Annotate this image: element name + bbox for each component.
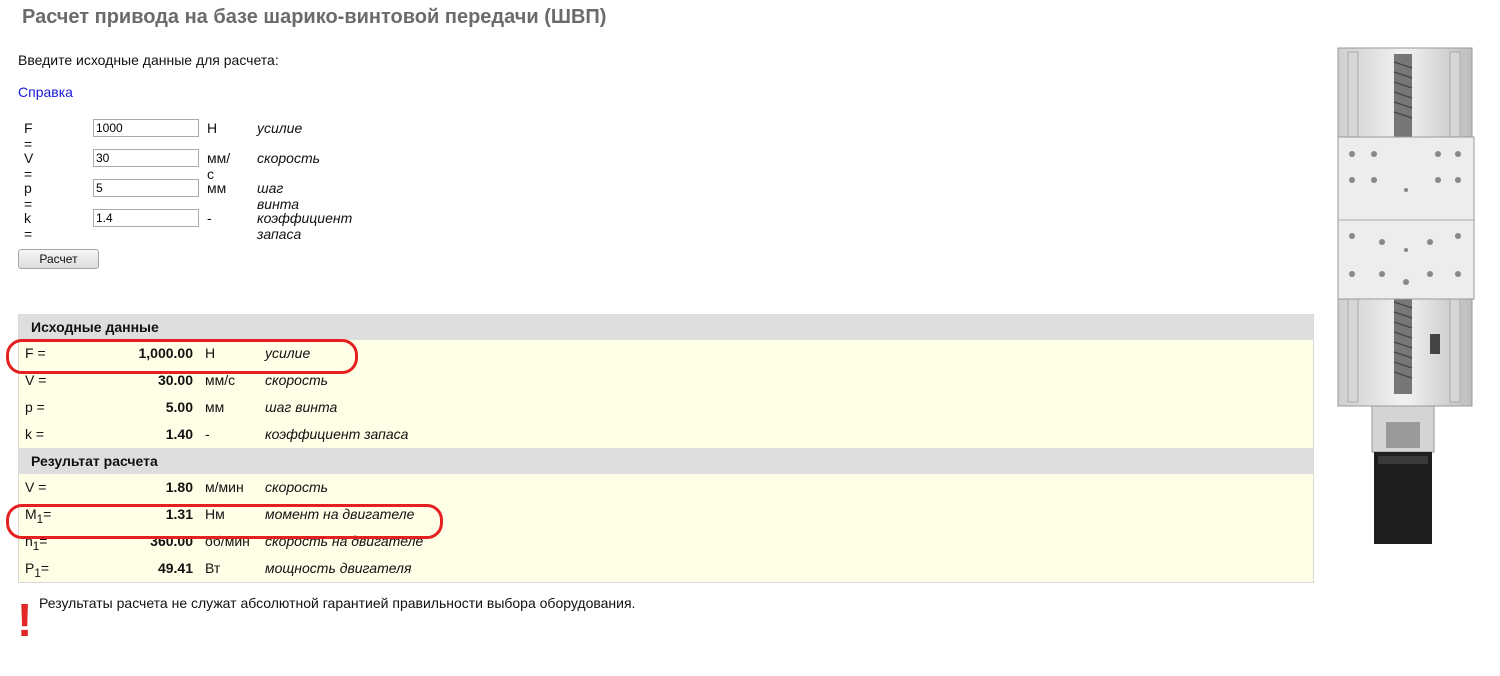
row-unit: мм/с (205, 372, 236, 388)
calculate-button[interactable]: Расчет (18, 249, 99, 269)
row-label: p = (25, 399, 45, 415)
source-data-header: Исходные данные (19, 314, 1313, 340)
row-desc: скорость (265, 479, 328, 495)
row-label: V = (25, 372, 47, 388)
row-desc: скорость (265, 372, 328, 388)
result-header: Результат расчета (19, 448, 1313, 474)
result-row: P1= 49.41 Вт мощность двигателя (19, 555, 1313, 582)
row-value: 1.80 (165, 479, 193, 495)
disclaimer-text: Результаты расчета не служат абсолютной … (39, 595, 636, 611)
row-unit: - (205, 426, 210, 442)
input-desc: усилие (257, 120, 303, 136)
input-unit: мм (207, 180, 227, 196)
linear-actuator-image (1337, 47, 1475, 544)
intro-text: Введите исходные данные для расчета: (18, 52, 279, 68)
input-desc: коэффициент запаса (257, 210, 353, 242)
input-unit: мм/с (207, 150, 231, 182)
highlight-torque-row (6, 504, 443, 539)
row-value: 5.00 (165, 399, 193, 415)
input-label: F = (24, 120, 33, 152)
warning-icon: ! (17, 594, 33, 646)
highlight-force-row (6, 339, 358, 374)
page-title: Расчет привода на базе шарико-винтовой п… (22, 6, 607, 28)
pitch-input[interactable] (93, 179, 199, 197)
row-label: k = (25, 426, 45, 442)
row-label: V = (25, 479, 47, 495)
row-value: 49.41 (157, 560, 193, 576)
label-symbol: P (25, 560, 35, 576)
help-link[interactable]: Справка (18, 84, 73, 100)
speed-input[interactable] (93, 149, 199, 167)
result-row: k = 1.40 - коэффициент запаса (19, 421, 1313, 448)
row-unit: м/мин (205, 479, 244, 495)
result-row: V = 1.80 м/мин скорость (19, 474, 1313, 501)
input-label: V = (24, 150, 34, 182)
input-unit: - (207, 210, 212, 226)
input-unit: Н (207, 120, 218, 136)
row-desc: мощность двигателя (265, 560, 412, 576)
row-unit: мм (205, 399, 225, 415)
input-label: k = (24, 210, 33, 242)
input-desc: скорость (257, 150, 320, 166)
row-desc: коэффициент запаса (265, 426, 409, 442)
force-input[interactable] (93, 119, 199, 137)
result-row: p = 5.00 мм шаг винта (19, 394, 1313, 421)
row-value: 1.40 (165, 426, 193, 442)
input-label: p = (24, 180, 33, 212)
row-label: P1= (25, 560, 49, 580)
row-unit: Вт (205, 560, 221, 576)
row-value: 30.00 (157, 372, 193, 388)
label-equals: = (40, 560, 50, 576)
safety-factor-input[interactable] (93, 209, 199, 227)
input-desc: шаг винта (257, 180, 300, 212)
row-desc: шаг винта (265, 399, 338, 415)
